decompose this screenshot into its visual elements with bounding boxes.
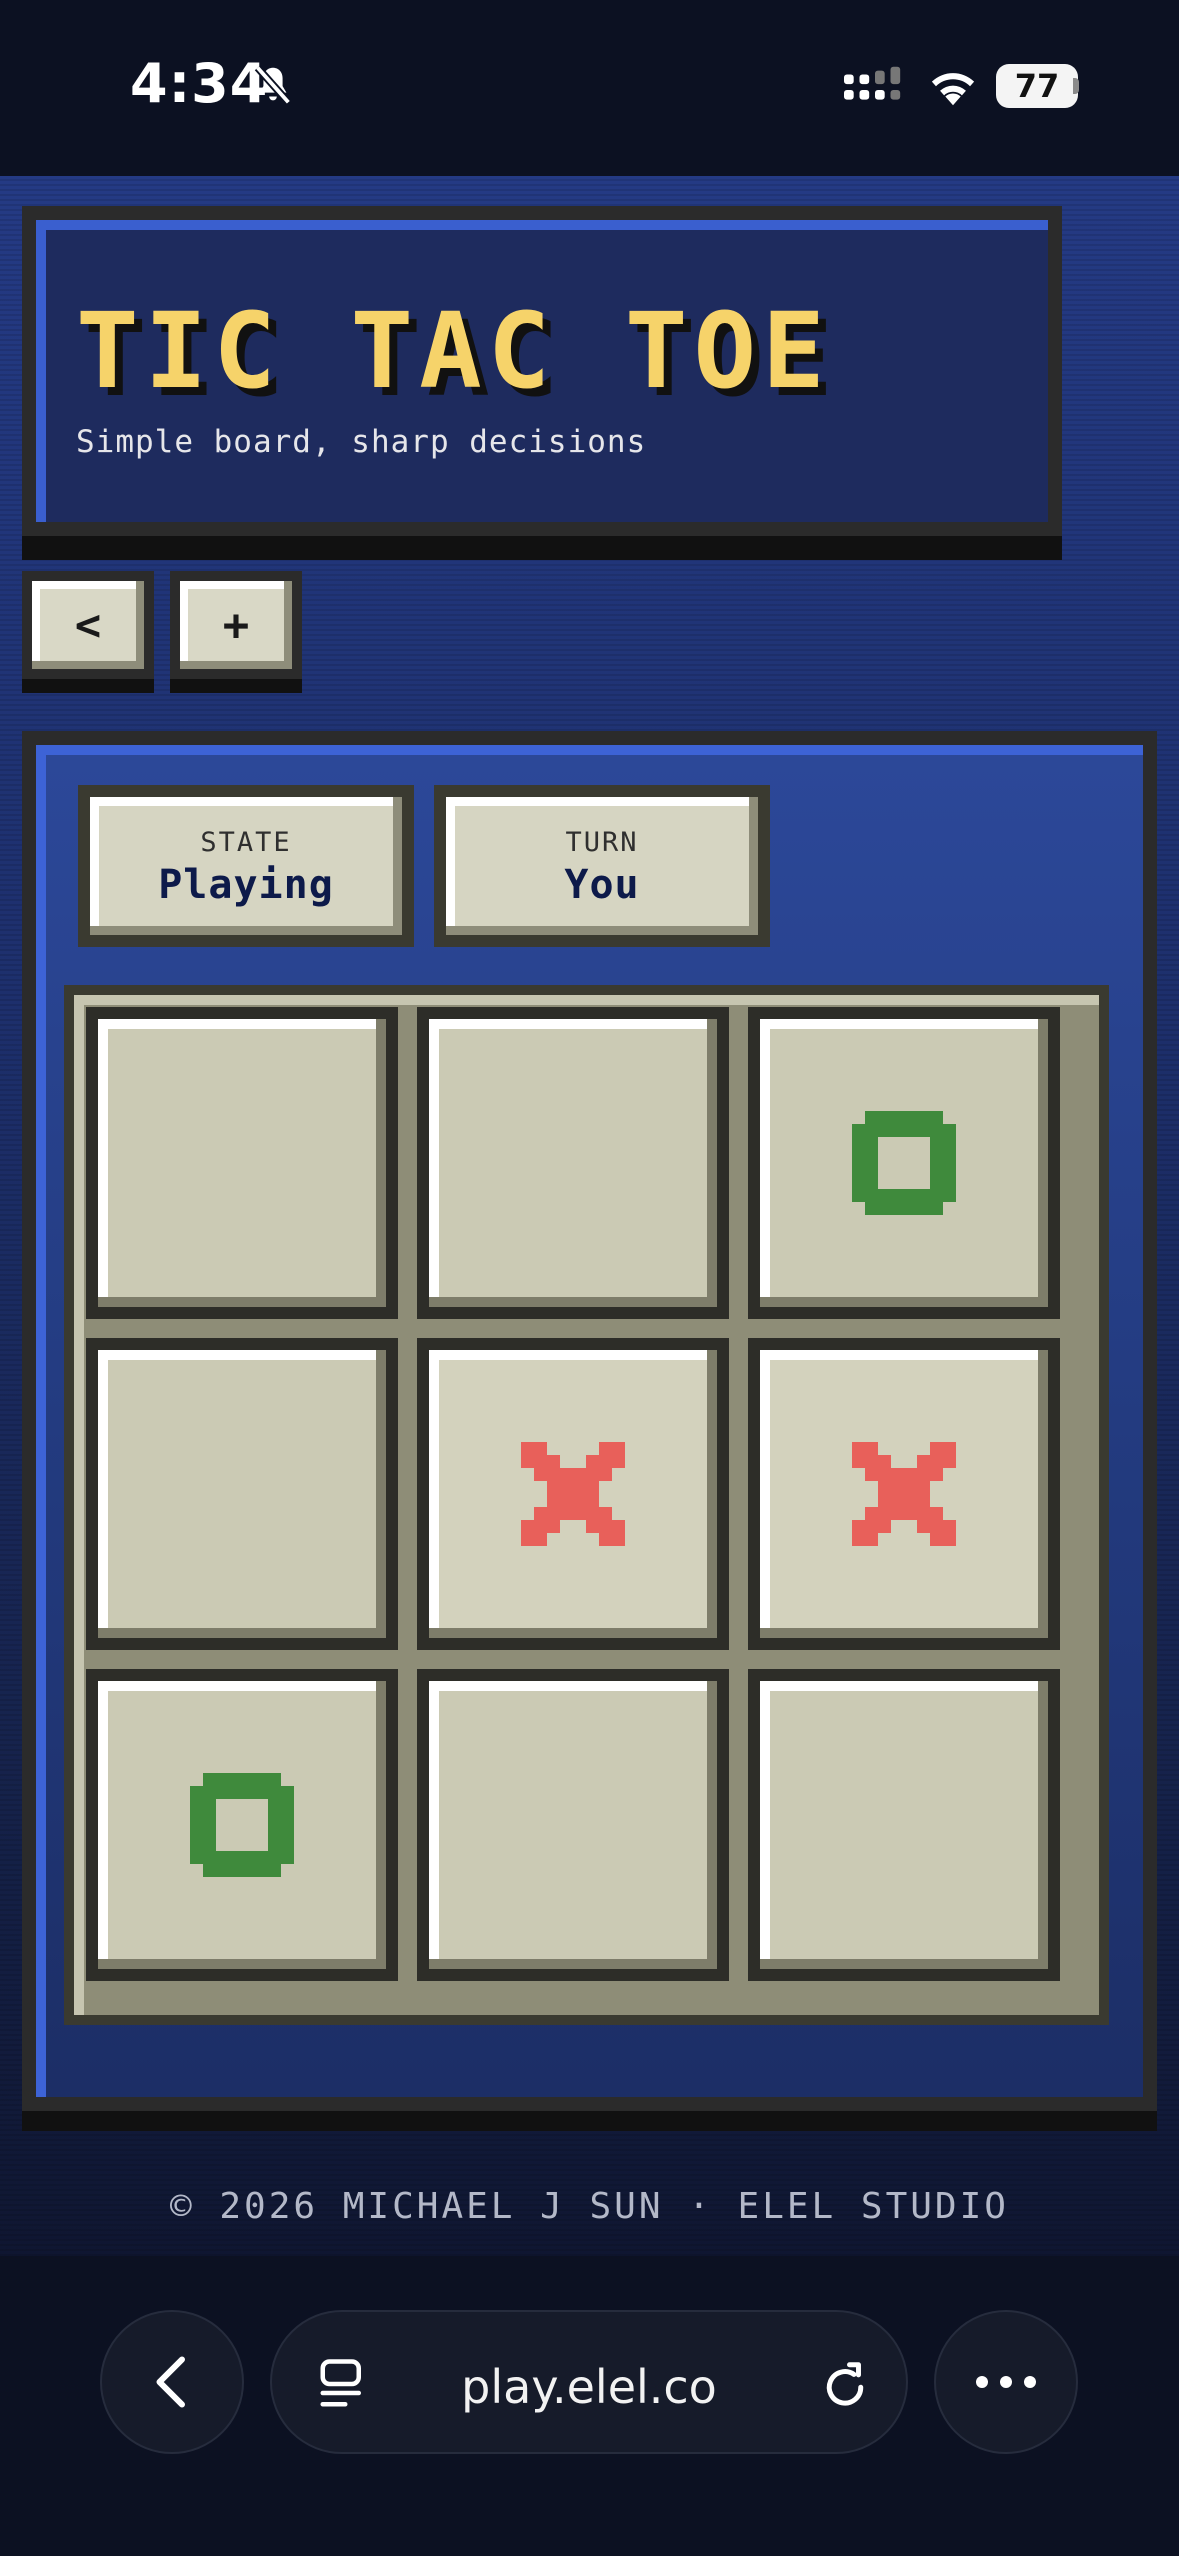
o-mark — [852, 1111, 956, 1215]
game-board — [64, 985, 1109, 2025]
turn-value: You — [564, 862, 640, 908]
app-area: TIC TAC TOE Simple board, sharp decision… — [0, 176, 1179, 2256]
status-bar: 4:34 77 — [0, 0, 1179, 176]
battery-level: 77 — [1014, 67, 1060, 105]
battery-icon: 77 — [996, 64, 1078, 108]
url-bar[interactable]: play.elel.co — [270, 2310, 908, 2454]
battery-nub — [1073, 78, 1079, 94]
browser-toolbar: play.elel.co — [0, 2256, 1179, 2556]
game-panel: STATE Playing TURN You — [22, 731, 1157, 2111]
board-cell-2-1[interactable] — [86, 1338, 398, 1650]
status-time: 4:34 — [130, 52, 269, 115]
signal-icon — [844, 66, 901, 100]
o-mark — [190, 1773, 294, 1877]
state-box: STATE Playing — [78, 785, 414, 947]
title-banner: TIC TAC TOE Simple board, sharp decision… — [22, 206, 1062, 536]
x-mark — [521, 1442, 625, 1546]
turn-label: TURN — [565, 827, 639, 858]
wifi-icon — [931, 73, 975, 106]
back-button[interactable]: < — [22, 571, 154, 679]
page-title: TIC TAC TOE — [76, 290, 831, 412]
new-game-button[interactable]: + — [170, 571, 302, 679]
board-cell-2-2[interactable] — [417, 1338, 729, 1650]
x-mark — [852, 1442, 956, 1546]
browser-back-button[interactable] — [100, 2310, 244, 2454]
back-arrow-icon — [156, 2356, 185, 2408]
turn-box: TURN You — [434, 785, 770, 947]
bell-slash-icon — [254, 65, 292, 105]
back-button-label: < — [74, 599, 102, 651]
board-cell-3-3[interactable] — [748, 1669, 1060, 1981]
new-game-button-label: + — [222, 599, 250, 651]
state-label: STATE — [200, 827, 292, 858]
board-cell-1-3[interactable] — [748, 1007, 1060, 1319]
board-cell-1-1[interactable] — [86, 1007, 398, 1319]
url-text[interactable]: play.elel.co — [272, 2360, 906, 2414]
reload-icon[interactable] — [818, 2358, 872, 2412]
board-cell-3-1[interactable] — [86, 1669, 398, 1981]
board-cell-2-3[interactable] — [748, 1338, 1060, 1650]
more-icon — [976, 2376, 1036, 2388]
page-subtitle: Simple board, sharp decisions — [76, 424, 647, 460]
footer-copyright: © 2026 MICHAEL J SUN · ELEL STUDIO — [170, 2186, 1009, 2227]
more-button[interactable] — [934, 2310, 1078, 2454]
board-cell-3-2[interactable] — [417, 1669, 729, 1981]
board-cell-1-2[interactable] — [417, 1007, 729, 1319]
state-value: Playing — [158, 862, 334, 908]
